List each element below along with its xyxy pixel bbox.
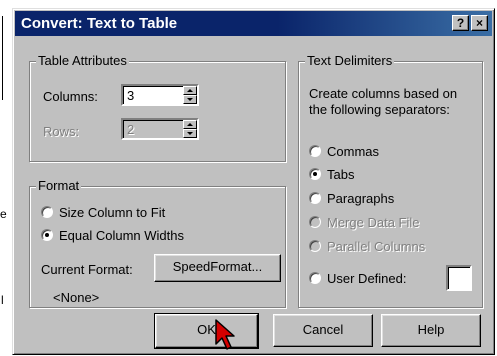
radio-label: Commas [327, 144, 380, 159]
radio-label: Equal Column Widths [59, 228, 184, 243]
spin-up-icon [183, 120, 197, 129]
background-document-rule [2, 16, 3, 100]
current-format-value: <None> [53, 290, 100, 305]
columns-spinner[interactable]: 3 [121, 84, 199, 106]
radio-indicator [309, 240, 321, 252]
radio-indicator[interactable] [309, 168, 321, 180]
radio-indicator[interactable] [41, 229, 53, 241]
speedformat-button[interactable]: SpeedFormat... [154, 254, 281, 282]
current-format-label: Current Format: [41, 262, 133, 277]
speedformat-button-label: SpeedFormat... [172, 259, 263, 274]
radio-merge-data-file: Merge Data File [309, 215, 459, 231]
radio-indicator[interactable] [309, 272, 321, 284]
mouse-pointer-icon [215, 319, 235, 350]
help-title-button[interactable]: ? [452, 15, 469, 31]
background-text-fragment: e [0, 207, 7, 221]
cancel-button-label: Cancel [302, 322, 344, 337]
text-delimiters-label: Text Delimiters [305, 53, 395, 69]
radio-label: Merge Data File [327, 215, 420, 230]
close-icon: × [475, 16, 483, 30]
delimiters-description-line2: the following separators: [309, 102, 450, 117]
radio-label: Size Column to Fit [59, 205, 166, 220]
radio-size-column-to-fit[interactable]: Size Column to Fit [41, 205, 221, 221]
spin-down-icon[interactable] [183, 95, 197, 104]
radio-user-defined[interactable]: User Defined: [309, 271, 429, 287]
columns-label: Columns: [43, 89, 98, 104]
radio-label: Parallel Columns [327, 239, 426, 254]
background-text-fragment: l [1, 293, 4, 307]
radio-label: User Defined: [327, 271, 407, 286]
help-button-label: Help [417, 322, 445, 337]
format-label: Format [36, 178, 82, 194]
rows-spinner: 2 [121, 118, 199, 140]
title-bar: Convert: Text to Table [15, 11, 492, 36]
radio-indicator[interactable] [309, 192, 321, 204]
radio-commas[interactable]: Commas [309, 144, 459, 160]
ok-button[interactable]: OK [154, 313, 259, 349]
columns-value[interactable]: 3 [127, 88, 134, 103]
user-defined-input[interactable] [446, 265, 472, 291]
table-attributes-label: Table Attributes [36, 53, 129, 69]
rows-value: 2 [127, 122, 135, 137]
radio-label: Paragraphs [327, 191, 395, 206]
rows-label: Rows: [43, 124, 80, 139]
radio-paragraphs[interactable]: Paragraphs [309, 191, 459, 207]
radio-equal-column-widths[interactable]: Equal Column Widths [41, 228, 231, 244]
spin-down-icon [183, 129, 197, 138]
convert-text-to-table-dialog: Convert: Text to Table ? × Table Attribu… [12, 8, 495, 355]
radio-indicator [309, 216, 321, 228]
spin-up-icon[interactable] [183, 86, 197, 95]
radio-indicator[interactable] [41, 206, 53, 218]
delimiters-description-line1: Create columns based on [309, 86, 458, 101]
radio-indicator[interactable] [309, 145, 321, 157]
table-attributes-group: Table Attributes [29, 53, 286, 162]
help-button[interactable]: Help [381, 314, 481, 347]
radio-parallel-columns: Parallel Columns [309, 239, 459, 255]
cancel-button[interactable]: Cancel [273, 314, 373, 347]
question-mark-icon: ? [456, 16, 465, 30]
radio-tabs[interactable]: Tabs [309, 167, 459, 183]
close-title-button[interactable]: × [471, 15, 488, 31]
dialog-title: Convert: Text to Table [21, 15, 178, 32]
radio-label: Tabs [327, 167, 355, 182]
